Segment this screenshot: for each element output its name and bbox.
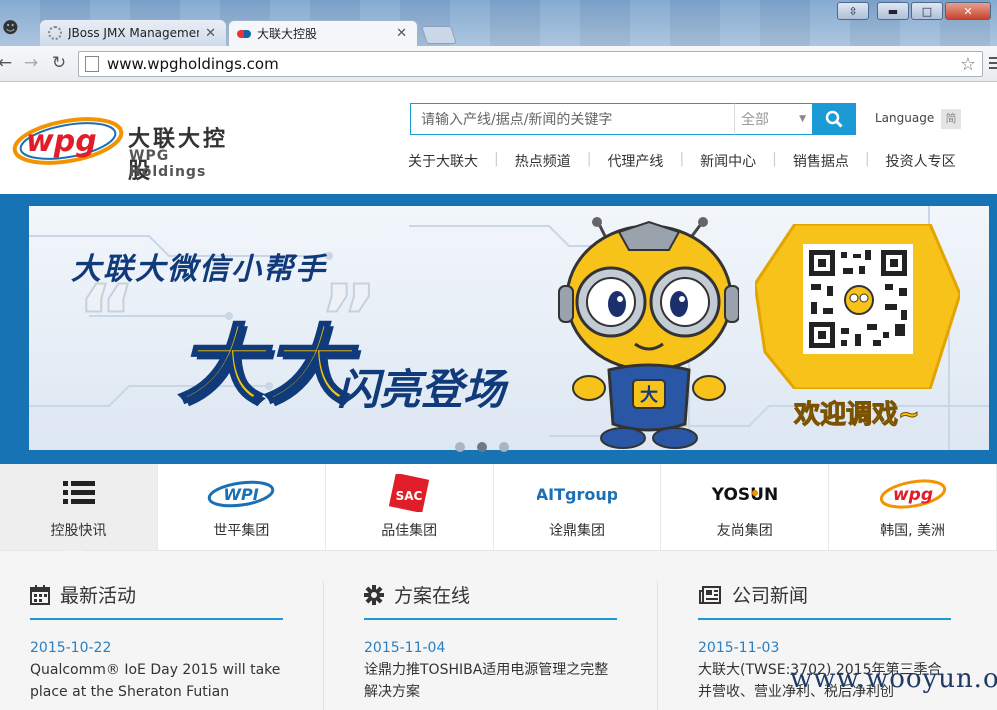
tab-label: 世平集团 bbox=[213, 523, 270, 539]
banner-greeting: 欢迎调戏~ bbox=[794, 400, 921, 431]
group-tabs: 控股快讯 WPI 世平集团 SAC 品佳集团 AITgroup 诠鼎集团 YOS… bbox=[0, 464, 997, 562]
tab-label: 诠鼎集团 bbox=[548, 523, 605, 539]
tab-holding-news[interactable]: 控股快讯 bbox=[0, 464, 158, 562]
site-search: 请输入产线/据点/新闻的关键字 全部 ▼ bbox=[410, 103, 856, 135]
yosun-logo: YOSUN bbox=[710, 474, 780, 512]
address-bar[interactable]: www.wpgholdings.com ☆ bbox=[78, 51, 983, 77]
forward-icon[interactable]: → bbox=[20, 53, 42, 73]
close-tab-icon[interactable]: ✕ bbox=[396, 26, 407, 41]
carousel-dot-1[interactable] bbox=[455, 442, 465, 452]
svg-text:大: 大 bbox=[640, 384, 658, 406]
column-title: 最新活动 bbox=[60, 585, 137, 607]
latest-events-column: 最新活动 2015-10-22 Qualcomm® IoE Day 2015 w… bbox=[30, 581, 283, 703]
tab-wpi-group[interactable]: WPI 世平集团 bbox=[158, 464, 326, 550]
open-quote-icon: “ bbox=[76, 265, 137, 372]
news-date: 2015-11-04 bbox=[364, 640, 446, 656]
browser-tab-jboss[interactable]: JBoss JMX Management ✕ bbox=[40, 20, 226, 46]
tab-ait-group[interactable]: AITgroup 诠鼎集团 bbox=[494, 464, 662, 550]
nav-news-center[interactable]: 新闻中心 bbox=[700, 151, 756, 171]
tab-korea-americas[interactable]: wpg 韩国, 美洲 bbox=[829, 464, 997, 550]
ait-logo: AITgroup bbox=[537, 474, 617, 512]
tab-sac-group[interactable]: SAC 品佳集团 bbox=[326, 464, 494, 550]
chevron-down-icon: ▼ bbox=[799, 114, 806, 124]
tab-title: JBoss JMX Management bbox=[68, 26, 200, 40]
wpg-logo: wpg bbox=[878, 474, 948, 512]
search-scope-value: 全部 bbox=[741, 112, 769, 128]
back-icon[interactable]: ← bbox=[0, 53, 16, 73]
language-simplified-button[interactable]: 简 bbox=[941, 109, 961, 129]
wpg-logo-mark: wpg bbox=[12, 117, 124, 165]
nav-product-lines[interactable]: 代理产线 bbox=[607, 151, 663, 171]
svg-text:AITgroup: AITgroup bbox=[537, 485, 617, 504]
wpg-favicon-icon bbox=[237, 29, 251, 38]
language-label: Language bbox=[875, 111, 935, 125]
window-controls: ⇳ ▬ □ ✕ bbox=[837, 2, 991, 20]
close-window-button[interactable]: ✕ bbox=[945, 2, 991, 20]
banner-big-title: 大大 bbox=[177, 315, 352, 416]
tab-label: 控股快讯 bbox=[50, 523, 107, 539]
svg-text:wpg: wpg bbox=[893, 485, 933, 505]
svg-text:wpg: wpg bbox=[26, 124, 97, 159]
search-button[interactable] bbox=[812, 103, 856, 135]
minimize-button[interactable]: ▬ bbox=[877, 2, 909, 20]
carousel-dot-2[interactable] bbox=[477, 442, 487, 452]
watermark: www.wooyun.org bbox=[790, 664, 997, 694]
search-scope-select[interactable]: 全部 ▼ bbox=[734, 103, 812, 135]
tab-title: 大联大控股 bbox=[257, 27, 318, 41]
nav-investors[interactable]: 投资人专区 bbox=[886, 151, 956, 171]
search-input[interactable]: 请输入产线/据点/新闻的关键字 bbox=[410, 103, 734, 135]
close-tab-icon[interactable]: ✕ bbox=[205, 26, 216, 41]
main-nav: 关于大联大 | 热点频道 | 代理产线 | 新闻中心 | 销售据点 | 投资人专区 bbox=[408, 151, 956, 171]
gear-icon bbox=[364, 584, 384, 605]
svg-text:YOSUN: YOSUN bbox=[711, 485, 778, 505]
nav-sales-locations[interactable]: 销售据点 bbox=[793, 151, 849, 171]
news-date: 2015-10-22 bbox=[30, 640, 112, 656]
calendar-icon bbox=[30, 584, 50, 605]
reload-icon[interactable]: ↻ bbox=[48, 53, 70, 73]
column-title: 公司新闻 bbox=[732, 585, 809, 607]
new-tab-button[interactable] bbox=[421, 26, 457, 44]
tab-label: 友尚集团 bbox=[716, 523, 773, 539]
carousel-dots bbox=[455, 442, 509, 452]
svg-text:SAC: SAC bbox=[396, 489, 423, 503]
carousel-dot-3[interactable] bbox=[499, 442, 509, 452]
restore-button[interactable]: ⇳ bbox=[837, 2, 869, 20]
loading-icon bbox=[48, 26, 62, 40]
url-text[interactable]: www.wpgholdings.com bbox=[107, 55, 960, 73]
incognito-icon: ☻ bbox=[2, 18, 19, 37]
robot-mascot-icon: 大 bbox=[558, 217, 739, 449]
brand-name-en: WPG Holdings bbox=[129, 148, 207, 180]
search-icon bbox=[825, 110, 843, 128]
wpg-logo[interactable]: wpg 大联大控股 WPG Holdings bbox=[12, 109, 247, 184]
wechat-qr-badge bbox=[753, 222, 962, 391]
news-date: 2015-11-03 bbox=[698, 640, 780, 656]
nav-hot-channel[interactable]: 热点频道 bbox=[515, 151, 571, 171]
banner-slide: 大联大微信小帮手 “ ” 大大 闪亮登场 大 欢迎调戏~ bbox=[29, 206, 989, 450]
menu-icon[interactable] bbox=[989, 56, 997, 72]
tab-label: 品佳集团 bbox=[381, 523, 438, 539]
page-icon bbox=[85, 56, 99, 72]
svg-text:WPI: WPI bbox=[224, 485, 259, 504]
nav-about[interactable]: 关于大联大 bbox=[408, 151, 478, 171]
banner-line2: 闪亮登场 bbox=[337, 365, 506, 414]
tab-label: 韩国, 美洲 bbox=[880, 523, 946, 539]
hero-banner[interactable]: 大联大微信小帮手 “ ” 大大 闪亮登场 大 欢迎调戏~ bbox=[0, 194, 997, 464]
list-icon bbox=[62, 474, 95, 512]
browser-titlebar: ☻ JBoss JMX Management ✕ 大联大控股 ✕ ⇳ ▬ □ ✕ bbox=[0, 0, 997, 46]
bookmark-star-icon[interactable]: ☆ bbox=[960, 54, 976, 75]
tab-yosun-group[interactable]: YOSUN 友尚集团 bbox=[661, 464, 830, 550]
sac-logo: SAC bbox=[386, 474, 432, 512]
wpi-logo: WPI bbox=[206, 474, 276, 512]
news-link[interactable]: 诠鼎力推TOSHIBA适用电源管理之完整解决方案 bbox=[364, 659, 617, 703]
browser-toolbar: ← → ↻ www.wpgholdings.com ☆ bbox=[0, 46, 997, 82]
browser-tab-wpg[interactable]: 大联大控股 ✕ bbox=[228, 20, 418, 46]
news-link[interactable]: Qualcomm® IoE Day 2015 will take place a… bbox=[30, 659, 283, 703]
newspaper-icon bbox=[699, 585, 721, 604]
column-title: 方案在线 bbox=[394, 585, 471, 607]
solutions-column: 方案在线 2015-11-04 诠鼎力推TOSHIBA适用电源管理之完整解决方案 bbox=[364, 581, 617, 703]
maximize-button[interactable]: □ bbox=[911, 2, 943, 20]
